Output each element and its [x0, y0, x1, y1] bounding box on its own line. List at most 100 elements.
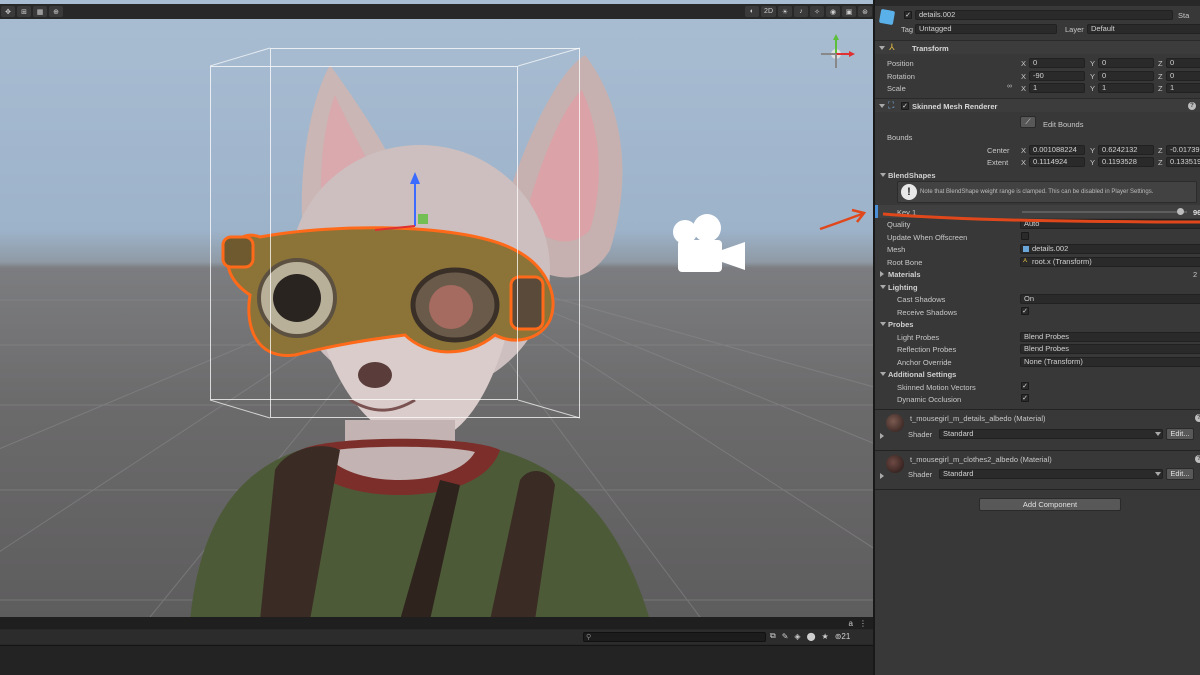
visibility-toggle-icon[interactable]: ◉: [826, 6, 840, 17]
material-2-shader-label: Shader: [908, 470, 933, 479]
tool-pivot-icon[interactable]: ⊞: [17, 6, 31, 17]
position-z-field[interactable]: 0: [1166, 58, 1200, 68]
tool-grid-icon[interactable]: ▦: [33, 6, 47, 17]
key1-slider-track[interactable]: [1022, 211, 1187, 213]
renderer-enabled-checkbox[interactable]: ✓: [901, 102, 909, 110]
menu-icon[interactable]: ⋮: [859, 619, 867, 628]
extent-z-field[interactable]: 0.133519: [1166, 157, 1200, 167]
warning-count[interactable]: ⊚21: [835, 632, 851, 641]
probes-label[interactable]: Probes: [888, 320, 913, 329]
anchor-override-field[interactable]: None (Transform): [1020, 357, 1200, 367]
audio-toggle-icon[interactable]: ♪: [794, 6, 808, 17]
scale-z-field[interactable]: 1: [1166, 83, 1200, 93]
transform-icon: ⅄: [1023, 257, 1028, 264]
toggle-2d-button[interactable]: 2D: [761, 6, 776, 17]
help-icon[interactable]: ?: [1188, 102, 1196, 110]
light-probes-dropdown[interactable]: Blend Probes: [1020, 332, 1200, 342]
tag-label: Tag: [901, 25, 914, 34]
key1-selection-marker: [875, 205, 878, 218]
camera-settings-icon[interactable]: ▣: [842, 6, 856, 17]
renderer-title: Skinned Mesh Renderer: [912, 102, 998, 111]
camera-gizmo-icon[interactable]: [660, 210, 750, 275]
extent-x-field[interactable]: 0.1114924: [1029, 157, 1085, 167]
reflection-probes-dropdown[interactable]: Blend Probes: [1020, 344, 1200, 354]
material-2-thumbnail[interactable]: [886, 455, 904, 473]
scale-x-field[interactable]: 1: [1029, 83, 1085, 93]
inspector-tabs: [875, 0, 1200, 6]
mesh-renderer-icon: ⛶: [888, 100, 895, 110]
blendshape-help-box: ! Note that BlendShape weight range is c…: [897, 181, 1197, 203]
edit-bounds-button[interactable]: ⟋: [1020, 116, 1036, 128]
update-offscreen-checkbox[interactable]: [1021, 232, 1029, 240]
additional-settings-label[interactable]: Additional Settings: [888, 370, 956, 379]
material-1-thumbnail[interactable]: [886, 414, 904, 432]
position-y-field[interactable]: 0: [1098, 58, 1154, 68]
materials-foldout-icon[interactable]: [880, 271, 884, 277]
error-icon[interactable]: ⬤: [807, 632, 816, 641]
key1-label: Key 1: [897, 208, 917, 217]
material-2-help-icon[interactable]: ?: [1195, 455, 1200, 463]
rotation-z-field[interactable]: 0: [1166, 71, 1200, 81]
tool-snap-icon[interactable]: ⊕: [49, 6, 63, 17]
materials-label[interactable]: Materials: [888, 270, 921, 279]
comment-icon[interactable]: ✎: [782, 632, 789, 641]
probes-foldout-icon[interactable]: [880, 322, 886, 326]
material-1-foldout-icon[interactable]: [880, 433, 884, 439]
skinned-motion-vectors-checkbox[interactable]: ✓: [1021, 382, 1029, 390]
material-1-shader-dropdown[interactable]: Standard: [939, 429, 1163, 439]
lock-icon[interactable]: a: [849, 619, 853, 628]
material-2-foldout-icon[interactable]: [880, 473, 884, 479]
console-search-input[interactable]: ⚲: [583, 632, 766, 642]
scale-y-field[interactable]: 1: [1098, 83, 1154, 93]
skinned-mesh-renderer-header[interactable]: ⛶ ✓ Skinned Mesh Renderer ?: [875, 98, 1200, 112]
blendshapes-foldout-icon[interactable]: [880, 173, 886, 177]
root-bone-field[interactable]: ⅄ root.x (Transform): [1020, 257, 1200, 267]
object-name-field[interactable]: details.002: [915, 10, 1173, 20]
tag-icon[interactable]: ◈: [794, 632, 800, 641]
tool-handle-icon[interactable]: ✥: [1, 6, 15, 17]
receive-shadows-checkbox[interactable]: ✓: [1021, 307, 1029, 315]
root-bone-label: Root Bone: [887, 258, 923, 267]
constrain-proportions-icon[interactable]: ∞: [1007, 83, 1012, 90]
edit-bounds-label: Edit Bounds: [1043, 120, 1084, 129]
position-x-field[interactable]: 0: [1029, 58, 1085, 68]
scale-label: Scale: [887, 84, 906, 93]
lighting-foldout-icon[interactable]: [880, 285, 886, 289]
filter-icon[interactable]: ⧉: [770, 631, 776, 641]
add-component-button[interactable]: Add Component: [979, 498, 1121, 511]
mesh-field[interactable]: details.002: [1020, 244, 1200, 254]
material-1-edit-button[interactable]: Edit...: [1166, 428, 1194, 440]
update-offscreen-label: Update When Offscreen: [887, 233, 968, 242]
static-label: Sta: [1178, 11, 1190, 20]
lighting-label[interactable]: Lighting: [888, 283, 918, 292]
receive-shadows-label: Receive Shadows: [897, 308, 958, 317]
effects-toggle-icon[interactable]: ✧: [810, 6, 824, 17]
center-y-field[interactable]: 0.6242132: [1098, 145, 1154, 155]
additional-settings-foldout-icon[interactable]: [880, 372, 886, 376]
quality-dropdown[interactable]: Auto: [1020, 219, 1200, 229]
key1-value[interactable]: 96: [1193, 208, 1200, 217]
rotation-y-field[interactable]: 0: [1098, 71, 1154, 81]
center-z-field[interactable]: -0.01739: [1166, 145, 1200, 155]
material-2-edit-button[interactable]: Edit...: [1166, 468, 1194, 480]
extent-y-field[interactable]: 0.1193528: [1098, 157, 1154, 167]
shading-mode-icon[interactable]: ◐: [745, 6, 760, 17]
cast-shadows-dropdown[interactable]: On: [1020, 294, 1200, 304]
star-icon[interactable]: ★: [822, 632, 829, 641]
material-1-help-icon[interactable]: ?: [1195, 414, 1200, 422]
layer-dropdown[interactable]: Default: [1087, 24, 1200, 34]
lighting-toggle-icon[interactable]: ☀: [778, 6, 792, 17]
materials-count: 2: [1193, 270, 1198, 279]
gizmos-toggle-icon[interactable]: ⊛: [858, 6, 872, 17]
center-x-field[interactable]: 0.001088224: [1029, 145, 1085, 155]
material-2-shader-dropdown[interactable]: Standard: [939, 469, 1163, 479]
object-active-checkbox[interactable]: ✓: [904, 11, 912, 19]
console-log-area[interactable]: [0, 645, 873, 675]
rotation-x-field[interactable]: -90: [1029, 71, 1085, 81]
orientation-gizmo-icon[interactable]: [805, 32, 865, 92]
bounds-label: Bounds: [887, 133, 913, 142]
dynamic-occlusion-checkbox[interactable]: ✓: [1021, 394, 1029, 402]
transform-header[interactable]: ⅄ Transform: [875, 40, 1200, 54]
tag-dropdown[interactable]: Untagged: [915, 24, 1057, 34]
scene-view[interactable]: ✥ ⊞ ▦ ⊕ ◐ 2D ☀ ♪ ✧ ◉ ▣ ⊛: [0, 0, 873, 617]
